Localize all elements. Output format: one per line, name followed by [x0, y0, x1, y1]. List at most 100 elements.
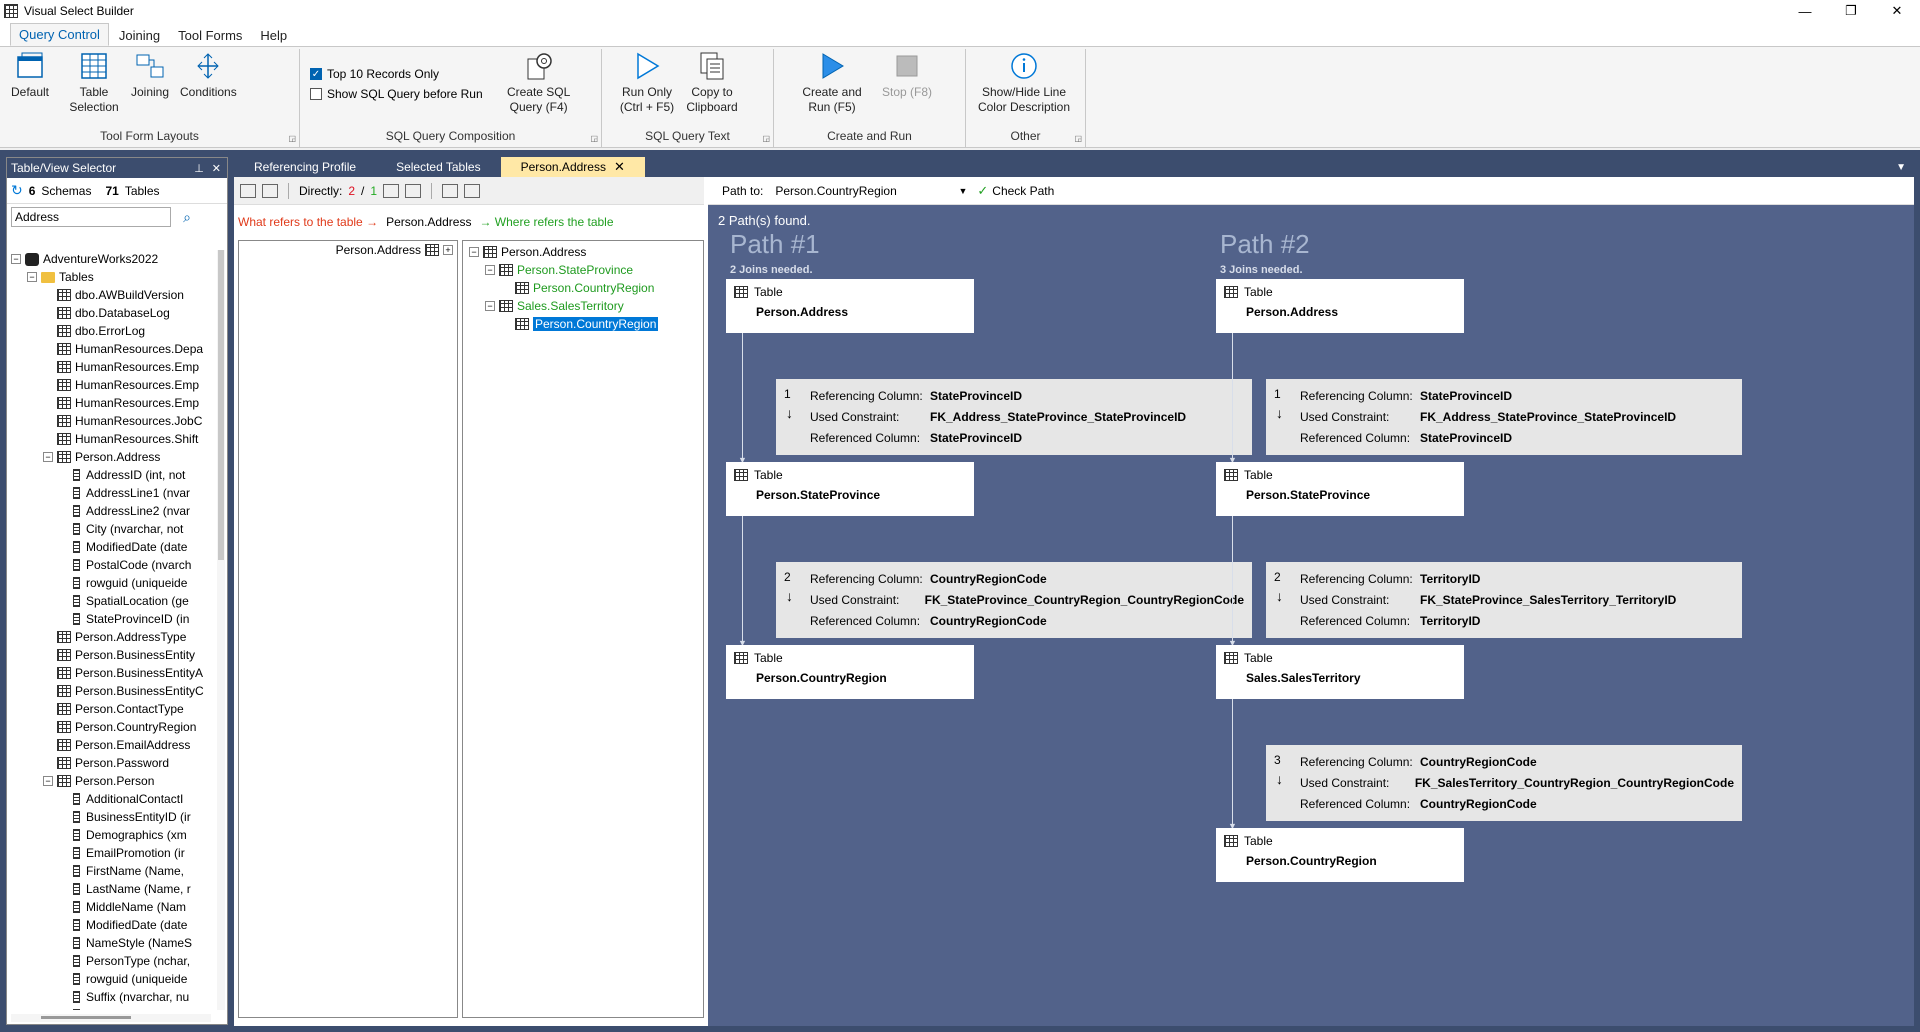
- split-left-right-icon[interactable]: [464, 183, 481, 198]
- tree-table-item[interactable]: HumanResources.Emp: [7, 358, 215, 376]
- tree-column-item[interactable]: rowguid (uniqueide: [7, 970, 215, 988]
- tree-column-item[interactable]: NameStyle (NameS: [7, 934, 215, 952]
- top-10-records-checkbox[interactable]: ✓ Top 10 Records Only: [310, 67, 483, 81]
- tree-table-item[interactable]: Person.CountryRegion: [7, 718, 215, 736]
- tree-column-item[interactable]: EmailPromotion (ir: [7, 844, 215, 862]
- where-tree-item[interactable]: − Person.StateProvince: [463, 261, 703, 279]
- tree-column-item[interactable]: BusinessEntityID (ir: [7, 808, 215, 826]
- path-table-node[interactable]: Table Sales.SalesTerritory: [1216, 645, 1464, 699]
- expand-icon[interactable]: +: [443, 245, 453, 255]
- tree-table-item[interactable]: dbo.ErrorLog: [7, 322, 215, 340]
- stop-button[interactable]: Stop (F8): [878, 49, 936, 102]
- tab-person-address[interactable]: Person.Address ✕: [500, 157, 645, 177]
- collapse-icon[interactable]: −: [43, 452, 53, 462]
- filter-icon[interactable]: [240, 183, 256, 198]
- tree-table-item[interactable]: − AdventureWorks2022: [7, 250, 215, 268]
- tree-column-item[interactable]: PostalCode (nvarch: [7, 556, 215, 574]
- dialog-launcher-icon[interactable]: ◲: [590, 134, 598, 143]
- refresh-icon[interactable]: ↻: [11, 182, 23, 199]
- tree-table-item[interactable]: HumanResources.JobC: [7, 412, 215, 430]
- collapse-icon[interactable]: −: [485, 301, 495, 311]
- tree-vertical-scrollbar[interactable]: [217, 250, 225, 1010]
- tree-table-item[interactable]: − Person.Address: [7, 448, 215, 466]
- tab-help[interactable]: Help: [252, 25, 295, 46]
- path-table-node[interactable]: Table Person.StateProvince: [1216, 462, 1464, 516]
- conditions-layout-button[interactable]: Conditions: [176, 49, 241, 102]
- join-detail-box[interactable]: 2 ↓ Referencing Column: TerritoryID Used Con…: [1266, 562, 1742, 638]
- dialog-launcher-icon[interactable]: ◲: [288, 134, 296, 143]
- collapse-icon[interactable]: −: [485, 265, 495, 275]
- tree-column-item[interactable]: Demographics (xm: [7, 826, 215, 844]
- tree-column-item[interactable]: City (nvarchar, not: [7, 520, 215, 538]
- pin-icon[interactable]: ⊥: [194, 162, 204, 175]
- tab-joining[interactable]: Joining: [111, 25, 168, 46]
- default-layout-button[interactable]: Default: [4, 49, 56, 102]
- path-table-node[interactable]: Table Person.Address: [1216, 279, 1464, 333]
- collapse-icon[interactable]: −: [27, 272, 37, 282]
- copy-to-clipboard-button[interactable]: Copy to Clipboard: [680, 49, 744, 117]
- collapse-icon[interactable]: −: [43, 776, 53, 786]
- path-table-node[interactable]: Table Person.CountryRegion: [726, 645, 974, 699]
- tabs-dropdown-icon[interactable]: ▼: [1896, 162, 1920, 173]
- tree-column-item[interactable]: AddressLine1 (nvar: [7, 484, 215, 502]
- collapse-icon[interactable]: −: [469, 247, 479, 257]
- tree-table-item[interactable]: dbo.DatabaseLog: [7, 304, 215, 322]
- create-sql-query-button[interactable]: Create SQL Query (F4): [491, 49, 587, 117]
- path-table-node[interactable]: Table Person.Address: [726, 279, 974, 333]
- tab-referencing-profile[interactable]: Referencing Profile: [234, 157, 376, 177]
- tree-column-item[interactable]: ModifiedDate (date: [7, 538, 215, 556]
- grid-layout-icon[interactable]: [383, 183, 400, 198]
- tree-column-item[interactable]: LastName (Name, r: [7, 880, 215, 898]
- where-tree-item[interactable]: − Person.Address: [463, 243, 703, 261]
- close-window-button[interactable]: ✕: [1874, 0, 1920, 22]
- tree-table-item[interactable]: Person.BusinessEntity: [7, 646, 215, 664]
- path-table-node[interactable]: Table Person.CountryRegion: [1216, 828, 1464, 882]
- tree-column-item[interactable]: SpatialLocation (ge: [7, 592, 215, 610]
- tree-table-item[interactable]: HumanResources.Depa: [7, 340, 215, 358]
- tree-column-item[interactable]: StateProvinceID (in: [7, 610, 215, 628]
- tree-column-item[interactable]: ModifiedDate (date: [7, 916, 215, 934]
- check-path-button[interactable]: ✓ Check Path: [977, 183, 1054, 199]
- search-icon[interactable]: ⌕: [177, 207, 197, 227]
- tree-table-item[interactable]: Person.ContactType: [7, 700, 215, 718]
- join-detail-box[interactable]: 3 ↓ Referencing Column: CountryRegionCode Us…: [1266, 745, 1742, 821]
- show-sql-before-run-checkbox[interactable]: Show SQL Query before Run: [310, 87, 483, 101]
- minimize-button[interactable]: —: [1782, 0, 1828, 22]
- dialog-launcher-icon[interactable]: ◲: [762, 134, 770, 143]
- list-item[interactable]: Person.Address +: [336, 243, 453, 257]
- tree-column-item[interactable]: MiddleName (Nam: [7, 898, 215, 916]
- table-view-icon[interactable]: [262, 183, 278, 198]
- tree-table-item[interactable]: Person.Password: [7, 754, 215, 772]
- joining-layout-button[interactable]: Joining: [124, 49, 176, 102]
- tab-query-control[interactable]: Query Control: [10, 23, 109, 46]
- tree-table-item[interactable]: HumanResources.Emp: [7, 376, 215, 394]
- join-detail-box[interactable]: 1 ↓ Referencing Column: StateProvinceID Used…: [1266, 379, 1742, 455]
- tree-table-item[interactable]: Person.AddressType: [7, 628, 215, 646]
- tab-tool-forms[interactable]: Tool Forms: [170, 25, 250, 46]
- tree-column-item[interactable]: Suffix (nvarchar, nu: [7, 988, 215, 1006]
- tree-table-item[interactable]: HumanResources.Emp: [7, 394, 215, 412]
- run-only-button[interactable]: Run Only (Ctrl + F5): [614, 49, 680, 117]
- tree-column-item[interactable]: PersonType (nchar,: [7, 952, 215, 970]
- path-table-node[interactable]: Table Person.StateProvince: [726, 462, 974, 516]
- tree-column-item[interactable]: FirstName (Name,: [7, 862, 215, 880]
- path-target-select[interactable]: Person.CountryRegion ▼: [771, 181, 971, 201]
- collapse-icon[interactable]: −: [11, 254, 21, 264]
- tree-table-item[interactable]: Person.BusinessEntityC: [7, 682, 215, 700]
- join-detail-box[interactable]: 2 ↓ Referencing Column: CountryRegionCode Us…: [776, 562, 1252, 638]
- table-search-input[interactable]: Address: [11, 207, 171, 227]
- tree-column-item[interactable]: AddressID (int, not: [7, 466, 215, 484]
- tree-column-item[interactable]: Title (nvarchar, null: [7, 1006, 215, 1010]
- tree-table-item[interactable]: Person.EmailAddress: [7, 736, 215, 754]
- tree-table-item[interactable]: dbo.AWBuildVersion: [7, 286, 215, 304]
- maximize-button[interactable]: ❐: [1828, 0, 1874, 22]
- table-selection-button[interactable]: Table Selection: [64, 49, 124, 117]
- show-hide-line-color-button[interactable]: Show/Hide Line Color Description: [970, 49, 1078, 117]
- join-detail-box[interactable]: 1 ↓ Referencing Column: StateProvinceID Used…: [776, 379, 1252, 455]
- create-and-run-button[interactable]: Create and Run (F5): [786, 49, 878, 117]
- tree-column-item[interactable]: AddressLine2 (nvar: [7, 502, 215, 520]
- tree-column-item[interactable]: AdditionalContactI: [7, 790, 215, 808]
- tree-horizontal-scrollbar[interactable]: [11, 1014, 211, 1022]
- close-tab-icon[interactable]: ✕: [614, 157, 625, 177]
- tree-table-item[interactable]: HumanResources.Shift: [7, 430, 215, 448]
